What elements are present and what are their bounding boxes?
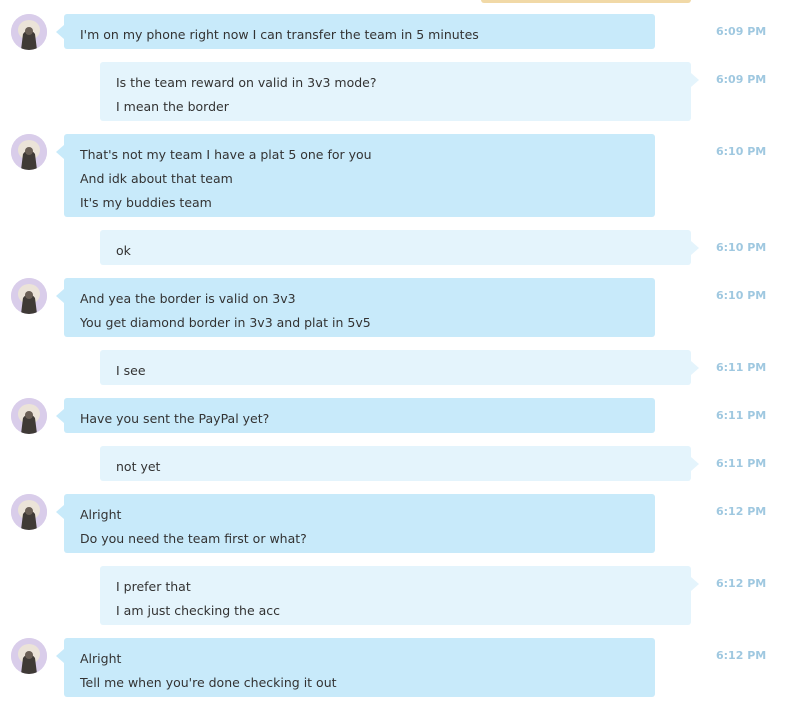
message-text: Tell me when you're done checking it out <box>80 675 337 690</box>
contact-avatar-icon[interactable] <box>11 14 47 50</box>
incoming-message-bubble[interactable]: Have you sent the PayPal yet? <box>56 398 655 433</box>
message-text: Do you need the team first or what? <box>80 531 307 546</box>
message-text: I see <box>116 363 146 378</box>
message-timestamp: 6:11 PM <box>716 457 767 470</box>
contact-avatar-icon[interactable] <box>11 134 47 170</box>
message-text: You get diamond border in 3v3 and plat i… <box>80 315 371 330</box>
message-timestamp: 6:10 PM <box>716 289 767 302</box>
contact-avatar-icon[interactable] <box>11 494 47 530</box>
message-timestamp: 6:09 PM <box>716 25 767 38</box>
outgoing-message-bubble[interactable]: I see <box>100 350 699 385</box>
message-text: not yet <box>116 459 161 474</box>
message-text: Is the team reward on valid in 3v3 mode? <box>116 75 377 90</box>
incoming-message-bubble[interactable]: Alright Tell me when you're done checkin… <box>56 638 655 697</box>
contact-avatar-icon[interactable] <box>11 398 47 434</box>
message-text: I am just checking the acc <box>116 603 281 618</box>
message-text: And yea the border is valid on 3v3 <box>80 291 296 306</box>
message-timestamp: 6:12 PM <box>716 577 767 590</box>
outgoing-message-bubble[interactable]: not yet <box>100 446 699 481</box>
outgoing-message-bubble[interactable]: ok <box>100 230 699 265</box>
message-text: It's my buddies team <box>80 195 212 210</box>
message-text: ok <box>116 243 131 258</box>
message-timestamp: 6:11 PM <box>716 409 767 422</box>
message-timestamp: 6:10 PM <box>716 145 767 158</box>
message-timestamp: 6:12 PM <box>716 505 767 518</box>
incoming-message-bubble[interactable]: That's not my team I have a plat 5 one f… <box>56 134 655 217</box>
chat-history: I'm on my phone right now I can transfer… <box>0 0 799 708</box>
incoming-message-bubble[interactable]: I'm on my phone right now I can transfer… <box>56 14 655 49</box>
message-timestamp: 6:11 PM <box>716 361 767 374</box>
outgoing-message-bubble[interactable]: Is the team reward on valid in 3v3 mode?… <box>100 62 699 121</box>
incoming-message-bubble[interactable]: And yea the border is valid on 3v3 You g… <box>56 278 655 337</box>
message-text: I mean the border <box>116 99 229 114</box>
incoming-message-bubble[interactable]: Alright Do you need the team first or wh… <box>56 494 655 553</box>
message-timestamp: 6:12 PM <box>716 649 767 662</box>
message-text: I'm on my phone right now I can transfer… <box>80 27 479 42</box>
message-text: Have you sent the PayPal yet? <box>80 411 270 426</box>
message-timestamp: 6:09 PM <box>716 73 767 86</box>
message-text: Alright <box>80 507 122 522</box>
message-text: And idk about that team <box>80 171 233 186</box>
message-text: Alright <box>80 651 122 666</box>
top-strip-decoration <box>481 0 691 3</box>
message-text: I prefer that <box>116 579 191 594</box>
contact-avatar-icon[interactable] <box>11 278 47 314</box>
contact-avatar-icon[interactable] <box>11 638 47 674</box>
message-timestamp: 6:10 PM <box>716 241 767 254</box>
outgoing-message-bubble[interactable]: I prefer that I am just checking the acc <box>100 566 699 625</box>
message-text: That's not my team I have a plat 5 one f… <box>80 147 372 162</box>
